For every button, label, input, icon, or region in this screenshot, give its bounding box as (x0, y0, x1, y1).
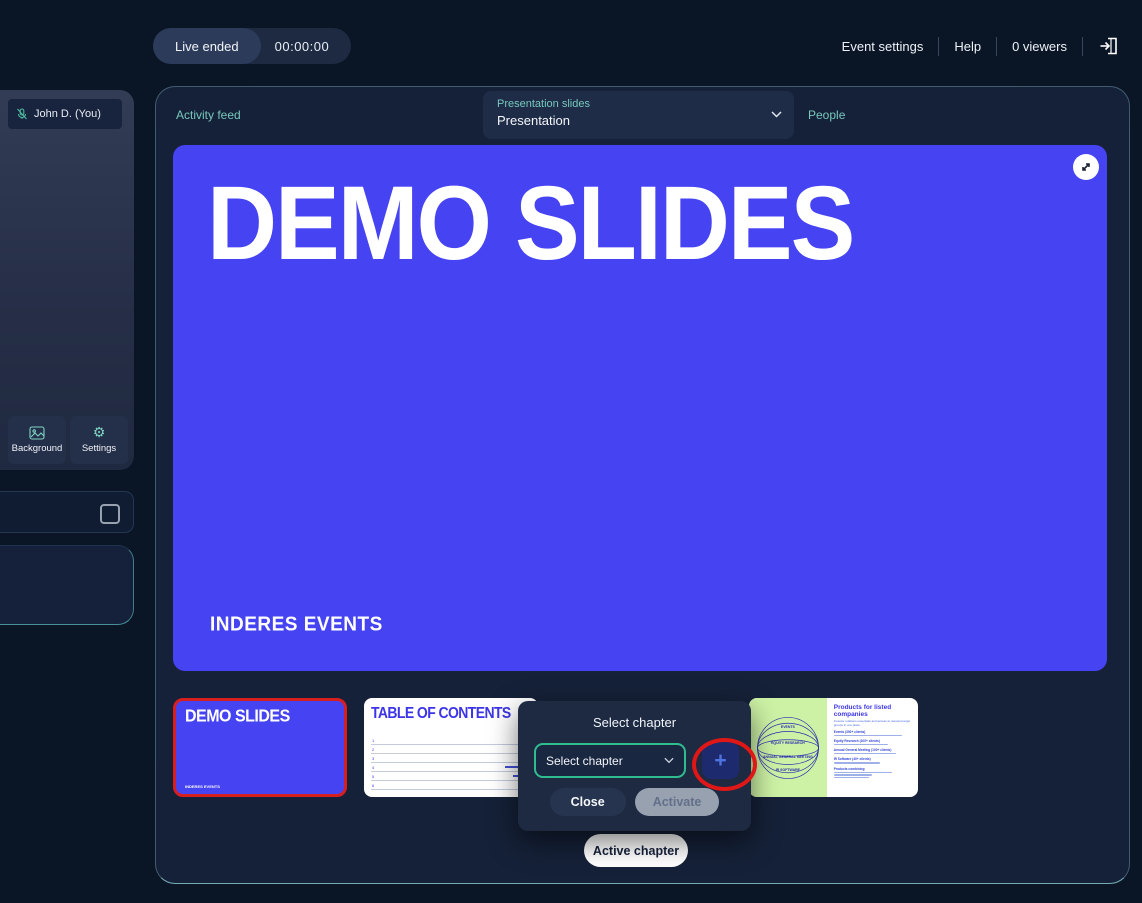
plus-icon: + (714, 751, 726, 771)
toc-row-number: 5 (372, 774, 374, 779)
sidebar-option-row (0, 491, 134, 533)
presentation-selector-label: Presentation slides (497, 98, 780, 110)
toc-row: 6 (371, 781, 531, 790)
mic-muted-icon (16, 108, 28, 120)
chapter-select-value: Select chapter (546, 754, 664, 768)
toc-row: 4 (371, 763, 531, 772)
live-status-button[interactable]: Live ended (153, 28, 261, 64)
expand-slide-button[interactable] (1073, 154, 1099, 180)
products-bullet: Equity Research (100+ clients) (834, 739, 911, 746)
thumbnail-table-of-contents[interactable]: TABLE OF CONTENTS 1 2 3 4 5 6 (364, 698, 538, 797)
select-chapter-popup: Select chapter Select chapter + Close Ac… (518, 701, 751, 831)
sidebar-lower-panel (0, 545, 134, 625)
toc-row-number: 6 (372, 783, 374, 788)
sphere-label: IR SOFTWARE (749, 768, 827, 772)
background-button-label: Background (12, 443, 63, 454)
toc-row-number: 3 (372, 756, 374, 761)
activate-button[interactable]: Activate (635, 788, 720, 816)
settings-button[interactable]: ⚙ Settings (70, 416, 128, 464)
products-subtitle: Investor relations essentials and access… (834, 720, 911, 727)
sidebar-checkbox[interactable] (100, 504, 120, 524)
toc-row: 3 (371, 754, 531, 763)
chapter-select[interactable]: Select chapter (534, 743, 686, 778)
toc-row: 1 (371, 736, 531, 745)
help-link[interactable]: Help (954, 39, 981, 54)
event-settings-link[interactable]: Event settings (842, 39, 924, 54)
thumbnail-title: DEMO SLIDES (185, 707, 290, 727)
presentation-selector[interactable]: Presentation slides Presentation (483, 91, 794, 139)
viewers-count[interactable]: 0 viewers (1012, 39, 1067, 54)
stream-timer: 00:00:00 (261, 39, 352, 54)
slide-title: DEMO SLIDES (207, 163, 853, 284)
presentation-selector-value: Presentation (497, 113, 780, 128)
products-text: Products for listed companies Investor r… (827, 698, 918, 797)
separator (938, 37, 939, 56)
separator (996, 37, 997, 56)
slide-footer: INDERES EVENTS (210, 614, 383, 637)
sphere-label: ANNUAL GENERAL MEETING (749, 755, 827, 759)
close-button[interactable]: Close (550, 788, 626, 816)
toc-row-number: 2 (372, 747, 374, 752)
image-icon (29, 426, 45, 440)
sphere-icon (755, 706, 821, 790)
live-status-pill: Live ended 00:00:00 (153, 28, 351, 64)
tile-buttons: Background ⚙ Settings (8, 416, 128, 464)
leave-event-icon[interactable] (1098, 35, 1120, 57)
text-bar (834, 774, 873, 776)
sphere-label: EQUITY RESEARCH (749, 741, 827, 745)
tab-people[interactable]: People (808, 108, 845, 122)
gear-icon: ⚙ (93, 426, 106, 440)
main-panel: Activity feed Presentation slides Presen… (155, 86, 1130, 884)
self-video-tile: John D. (You) Background ⚙ Settings (0, 90, 134, 470)
active-chapter-button[interactable]: Active chapter (584, 834, 688, 867)
toc-row-number: 4 (372, 765, 374, 770)
products-bullet: Annual General Meeting (100+ clients) (834, 748, 911, 755)
toc-row-number: 1 (372, 738, 374, 743)
participant-name-badge: John D. (You) (8, 99, 122, 129)
tab-activity-feed[interactable]: Activity feed (176, 108, 241, 122)
products-sphere-graphic: EVENTS EQUITY RESEARCH ANNUAL GENERAL ME… (749, 698, 827, 797)
background-button[interactable]: Background (8, 416, 66, 464)
thumbnail-demo-slides[interactable]: DEMO SLIDES INDERES EVENTS (173, 698, 347, 797)
text-bar (834, 772, 892, 774)
settings-button-label: Settings (82, 443, 116, 454)
popup-title: Select chapter (518, 715, 751, 730)
toc-row: 2 (371, 745, 531, 754)
products-section2: Products combining (834, 767, 911, 771)
toc-rows: 1 2 3 4 5 6 (371, 736, 531, 790)
add-chapter-button[interactable]: + (702, 742, 739, 779)
thumbnail-footer: INDERES EVENTS (185, 784, 220, 789)
products-title: Products for listed companies (834, 704, 911, 718)
chevron-down-icon (664, 757, 674, 764)
separator (1082, 37, 1083, 56)
participant-name: John D. (You) (34, 108, 101, 120)
topbar-right: Event settings Help 0 viewers (842, 26, 1120, 66)
products-bullet: IR Software (40+ clients) (834, 757, 911, 764)
products-bullet: Events (300+ clients) (834, 730, 911, 737)
toc-row: 5 (371, 772, 531, 781)
current-slide: DEMO SLIDES INDERES EVENTS (173, 145, 1107, 671)
text-bar (834, 777, 869, 779)
live-status-label: Live ended (175, 39, 239, 54)
sphere-label: EVENTS (749, 725, 827, 729)
popup-actions: Close Activate (518, 788, 751, 816)
chevron-down-icon (771, 111, 782, 118)
thumbnail-products[interactable]: EVENTS EQUITY RESEARCH ANNUAL GENERAL ME… (749, 698, 918, 797)
thumbnail-title: TABLE OF CONTENTS (371, 703, 511, 721)
expand-icon (1079, 160, 1093, 174)
